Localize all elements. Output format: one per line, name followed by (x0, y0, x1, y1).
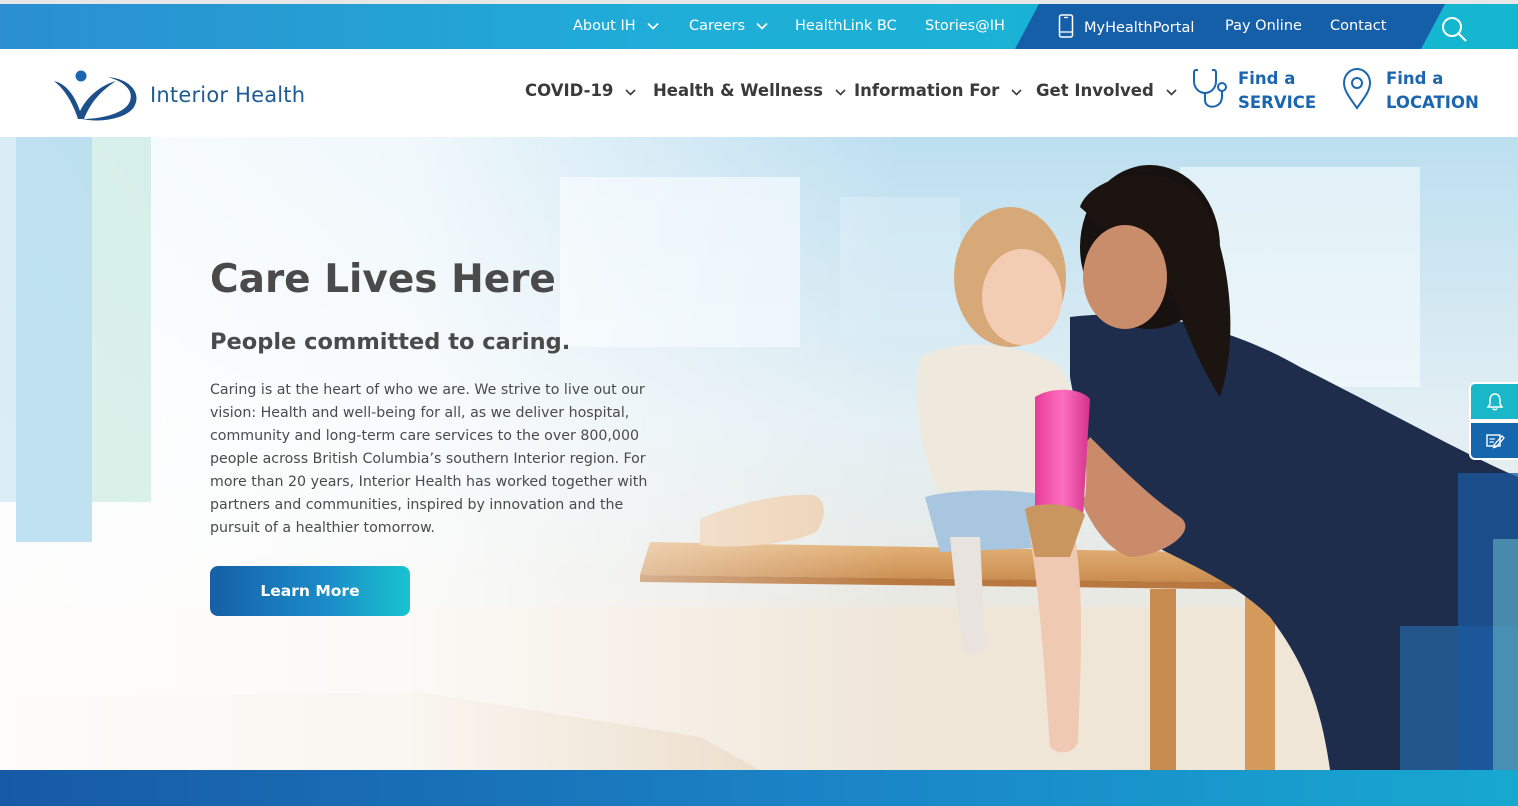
nav-information-for[interactable]: Information For (854, 81, 1023, 100)
find-a-location-line2: LOCATION (1386, 93, 1479, 112)
feedback-icon (1485, 433, 1505, 448)
decorative-bar (0, 137, 16, 502)
utility-link-pay-online[interactable]: Pay Online (1225, 18, 1302, 34)
interior-health-logo-icon (54, 70, 137, 121)
site-logo[interactable]: Interior Health (50, 67, 310, 123)
chevron-down-icon (624, 84, 637, 97)
nav-health-wellness[interactable]: Health & Wellness (653, 81, 847, 100)
alerts-button[interactable] (1469, 382, 1518, 421)
bell-icon (1486, 392, 1503, 410)
nav-get-involved-label: Get Involved (1036, 81, 1154, 100)
next-section-band (0, 770, 1518, 806)
location-pin-icon (1342, 67, 1372, 110)
find-a-service-link[interactable]: Find a SERVICE (1192, 67, 1316, 115)
find-a-service-line2: SERVICE (1238, 93, 1317, 112)
utility-link-about[interactable]: About IH (573, 18, 660, 34)
search-button[interactable] (1437, 14, 1473, 44)
find-a-service-text: Find a SERVICE (1238, 67, 1316, 115)
chevron-down-icon (1165, 84, 1178, 97)
brand-name: Interior Health (150, 83, 306, 107)
utility-link-pay-online-label: Pay Online (1225, 18, 1302, 34)
find-a-location-line1: Find a (1386, 69, 1444, 88)
utility-link-healthlink[interactable]: HealthLink BC (795, 18, 897, 34)
decorative-bar (92, 137, 151, 502)
chevron-down-icon (646, 19, 660, 33)
utility-link-careers-label: Careers (689, 18, 746, 34)
nav-covid-19-label: COVID-19 (525, 81, 614, 100)
chevron-down-icon (834, 84, 847, 97)
stethoscope-icon (1193, 69, 1227, 108)
nav-information-for-label: Information For (854, 81, 1000, 100)
utility-link-contact-label: Contact (1330, 18, 1387, 34)
search-icon (1442, 17, 1467, 42)
utility-link-healthlink-label: HealthLink BC (795, 18, 897, 34)
main-header: Interior Health COVID-19 Health & Wellne… (0, 49, 1518, 137)
utility-link-stories-label: Stories@IH (925, 18, 1005, 34)
hero-section: Care Lives Here People committed to cari… (0, 137, 1518, 770)
hero-body-text: Caring is at the heart of who we are. We… (210, 382, 648, 536)
utility-link-myhealthportal-label: MyHealthPortal (1084, 20, 1195, 36)
feedback-button[interactable] (1469, 421, 1518, 460)
side-widgets (1469, 382, 1518, 461)
nav-covid-19[interactable]: COVID-19 (525, 81, 637, 100)
decorative-bar (1493, 539, 1518, 770)
hero-subtitle: People committed to caring. (210, 329, 571, 355)
nav-health-wellness-label: Health & Wellness (653, 81, 823, 100)
utility-link-myhealthportal[interactable]: MyHealthPortal (1058, 14, 1195, 38)
learn-more-button[interactable]: Learn More (210, 566, 410, 616)
utility-bar: About IH Careers HealthLink BC Stories@I… (0, 0, 1518, 49)
find-a-location-text: Find a LOCATION (1386, 67, 1479, 115)
utility-link-stories[interactable]: Stories@IH (925, 18, 1005, 34)
decorative-bar (16, 137, 92, 542)
nav-get-involved[interactable]: Get Involved (1036, 81, 1178, 100)
find-a-service-line1: Find a (1238, 69, 1296, 88)
hero-title: Care Lives Here (210, 257, 556, 302)
utility-link-contact[interactable]: Contact (1330, 18, 1386, 34)
chevron-down-icon (755, 19, 769, 33)
utility-link-careers[interactable]: Careers (689, 18, 769, 34)
phone-icon (1058, 14, 1074, 38)
find-a-location-link[interactable]: Find a LOCATION (1340, 67, 1479, 115)
chevron-down-icon (1010, 84, 1023, 97)
utility-link-about-label: About IH (573, 18, 636, 34)
